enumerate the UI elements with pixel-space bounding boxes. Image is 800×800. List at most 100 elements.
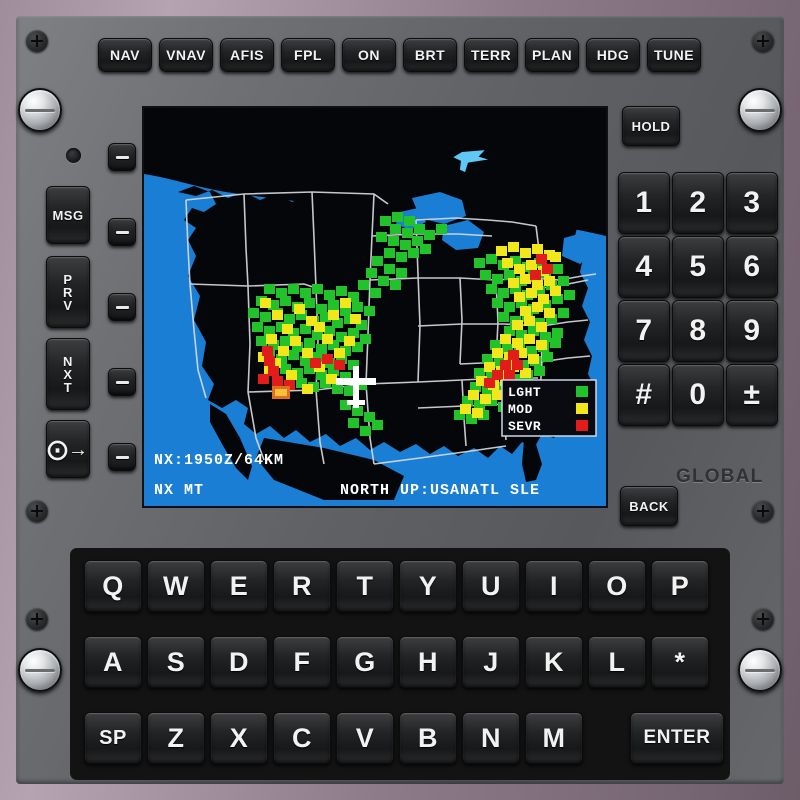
keyboard-key-n[interactable]: N bbox=[462, 712, 520, 764]
keypad-key-back-label: BACK bbox=[629, 498, 669, 514]
keyboard-key-c[interactable]: C bbox=[273, 712, 331, 764]
function-key-vnav[interactable]: VNAV bbox=[159, 38, 213, 72]
key-char: R bbox=[63, 284, 73, 300]
keypad-key-hash[interactable]: # bbox=[618, 364, 670, 426]
keypad-key-3[interactable]: 3 bbox=[726, 172, 778, 234]
function-key-afis[interactable]: AFIS bbox=[220, 38, 274, 72]
keyboard-key-t[interactable]: T bbox=[336, 560, 394, 612]
line-select-key-left-1[interactable] bbox=[108, 143, 136, 171]
key-char: N bbox=[63, 353, 73, 369]
panel-screw-top-left bbox=[26, 30, 48, 52]
keypad-key-3-label: 3 bbox=[743, 186, 761, 219]
keyboard-key-g[interactable]: G bbox=[336, 636, 394, 688]
function-key-hdg[interactable]: HDG bbox=[586, 38, 640, 72]
keyboard-key-p[interactable]: P bbox=[651, 560, 709, 612]
quarter-turn-fastener-bottom-left[interactable] bbox=[18, 648, 62, 692]
keyboard-key-d[interactable]: D bbox=[210, 636, 268, 688]
function-key-vnav-label: VNAV bbox=[166, 47, 206, 63]
keypad-key-1-label: 1 bbox=[635, 186, 653, 219]
keyboard-key-a[interactable]: A bbox=[84, 636, 142, 688]
keyboard-key-asterisk[interactable]: * bbox=[651, 636, 709, 688]
panel-screw-top-right bbox=[752, 30, 774, 52]
keypad-key-8[interactable]: 8 bbox=[672, 300, 724, 362]
keyboard-key-s-label: S bbox=[166, 646, 186, 677]
keypad-key-back[interactable]: BACK bbox=[620, 486, 678, 526]
keyboard-key-z-label: Z bbox=[167, 722, 185, 753]
line-select-key-left-4[interactable] bbox=[108, 368, 136, 396]
function-key-on[interactable]: ON bbox=[342, 38, 396, 72]
line-select-key-left-5[interactable] bbox=[108, 443, 136, 471]
quarter-turn-fastener-bottom-right[interactable] bbox=[738, 648, 782, 692]
keyboard-key-o[interactable]: O bbox=[588, 560, 646, 612]
function-key-fpl[interactable]: FPL bbox=[281, 38, 335, 72]
keyboard-key-y-label: Y bbox=[418, 570, 438, 601]
function-key-terr[interactable]: TERR bbox=[464, 38, 518, 72]
keypad-key-7-label: 7 bbox=[635, 314, 653, 347]
keyboard-key-z[interactable]: Z bbox=[147, 712, 205, 764]
function-key-nxt[interactable]: NXT bbox=[46, 338, 90, 410]
display-status-line-3: NORTH UP:USANATL SLE bbox=[340, 482, 540, 499]
keyboard-key-e-label: E bbox=[229, 570, 249, 601]
function-key-brt[interactable]: BRT bbox=[403, 38, 457, 72]
keypad-key-7[interactable]: 7 bbox=[618, 300, 670, 362]
keypad-key-6-label: 6 bbox=[743, 250, 761, 283]
function-key-nav[interactable]: NAV bbox=[98, 38, 152, 72]
keypad-key-4-label: 4 bbox=[635, 250, 653, 283]
function-key-tune[interactable]: TUNE bbox=[647, 38, 701, 72]
line-select-key-left-3[interactable] bbox=[108, 293, 136, 321]
line-select-dash-icon bbox=[115, 305, 129, 309]
keyboard-key-e[interactable]: E bbox=[210, 560, 268, 612]
keypad-key-plus-minus-label: ± bbox=[743, 378, 761, 411]
keypad-key-2[interactable]: 2 bbox=[672, 172, 724, 234]
keyboard-key-y[interactable]: Y bbox=[399, 560, 457, 612]
quarter-turn-fastener-top-left[interactable] bbox=[18, 88, 62, 132]
keypad-key-6[interactable]: 6 bbox=[726, 236, 778, 298]
keyboard-key-f[interactable]: F bbox=[273, 636, 331, 688]
keyboard-key-enter-label: ENTER bbox=[643, 727, 711, 748]
legend-label-mod: MOD bbox=[508, 402, 533, 417]
legend-swatch-mod bbox=[576, 403, 588, 414]
keyboard-key-u[interactable]: U bbox=[462, 560, 520, 612]
keyboard-key-i[interactable]: I bbox=[525, 560, 583, 612]
weather-legend: LGHT MOD SEVR bbox=[501, 379, 597, 437]
keyboard-key-b[interactable]: B bbox=[399, 712, 457, 764]
function-key-prv[interactable]: PRV bbox=[46, 256, 90, 328]
keyboard-key-enter[interactable]: ENTER bbox=[630, 712, 724, 764]
brand-logo: GLOBAL bbox=[676, 466, 764, 487]
keyboard-key-k[interactable]: K bbox=[525, 636, 583, 688]
keypad-key-hold[interactable]: HOLD bbox=[622, 106, 680, 146]
keyboard-key-w[interactable]: W bbox=[147, 560, 205, 612]
panel-screw-bottom-right bbox=[752, 608, 774, 630]
key-char: P bbox=[63, 271, 73, 287]
keypad-key-4[interactable]: 4 bbox=[618, 236, 670, 298]
keyboard-key-space[interactable]: SP bbox=[84, 712, 142, 764]
keypad-key-0[interactable]: 0 bbox=[672, 364, 724, 426]
keyboard-key-s[interactable]: S bbox=[147, 636, 205, 688]
keyboard-key-r[interactable]: R bbox=[273, 560, 331, 612]
legend-swatch-sevr bbox=[576, 420, 588, 431]
keyboard-key-h[interactable]: H bbox=[399, 636, 457, 688]
keypad-key-plus-minus[interactable]: ± bbox=[726, 364, 778, 426]
keypad-key-5[interactable]: 5 bbox=[672, 236, 724, 298]
keyboard-key-x[interactable]: X bbox=[210, 712, 268, 764]
keyboard-key-w-label: W bbox=[163, 570, 189, 601]
line-select-key-left-2[interactable] bbox=[108, 218, 136, 246]
quarter-turn-fastener-top-right[interactable] bbox=[738, 88, 782, 132]
keyboard-key-l[interactable]: L bbox=[588, 636, 646, 688]
function-key-on-label: ON bbox=[358, 47, 380, 63]
keypad-key-5-label: 5 bbox=[689, 250, 707, 283]
fms-control-display-unit: GLOBAL NAV VNAV AFIS FPL ON BRT TERR PLAN HDG TUN… bbox=[0, 0, 800, 800]
display-status-line-2: NX MT bbox=[154, 482, 204, 499]
keypad-key-1[interactable]: 1 bbox=[618, 172, 670, 234]
navigation-display-screen[interactable]: LGHT MOD SEVR NX:1950Z/64KM NX MT NORTH … bbox=[142, 106, 608, 508]
keyboard-key-q[interactable]: Q bbox=[84, 560, 142, 612]
function-key-plan[interactable]: PLAN bbox=[525, 38, 579, 72]
keypad-key-hold-label: HOLD bbox=[631, 118, 671, 134]
function-key-direct-to[interactable]: ⨀→ bbox=[46, 420, 90, 478]
function-key-msg[interactable]: MSG bbox=[46, 186, 90, 244]
keyboard-key-j[interactable]: J bbox=[462, 636, 520, 688]
keypad-key-9[interactable]: 9 bbox=[726, 300, 778, 362]
keyboard-key-j-label: J bbox=[483, 646, 499, 677]
keyboard-key-v[interactable]: V bbox=[336, 712, 394, 764]
keyboard-key-m[interactable]: M bbox=[525, 712, 583, 764]
